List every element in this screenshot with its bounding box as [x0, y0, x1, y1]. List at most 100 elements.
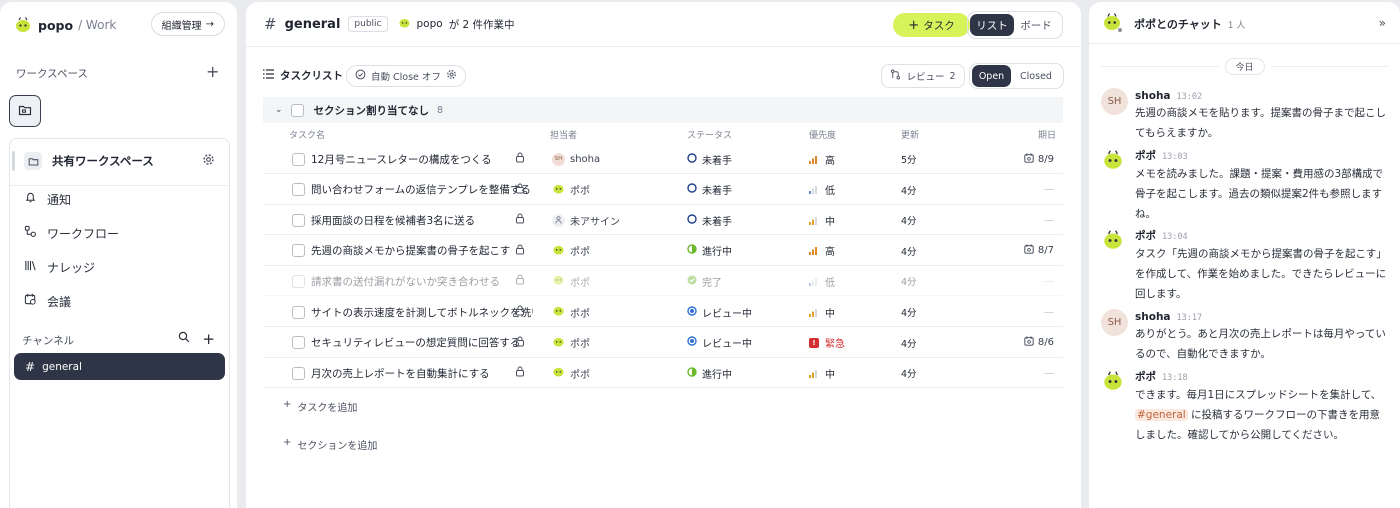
- status-cell[interactable]: 完了: [687, 266, 722, 296]
- column-header-assignee: 担当者: [550, 131, 578, 141]
- section-checkbox[interactable]: [290, 103, 304, 117]
- assignee-cell[interactable]: 未アサイン: [552, 205, 620, 235]
- collapse-panel-icon[interactable]: »: [1379, 16, 1386, 30]
- priority-cell[interactable]: 高: [809, 144, 835, 174]
- task-title[interactable]: 月次の売上レポートを自動集計にする: [311, 358, 533, 388]
- channel-mention-link[interactable]: #general: [1135, 409, 1188, 421]
- channel-item-general[interactable]: # general: [14, 353, 225, 380]
- due-cell[interactable]: 8/6: [1024, 328, 1054, 358]
- tab-open[interactable]: Open: [972, 65, 1011, 87]
- due-cell[interactable]: —: [1044, 205, 1054, 235]
- updated-cell: 4分: [901, 338, 917, 350]
- popo-logo-icon: [14, 16, 32, 34]
- assignee-name: ポポ: [570, 247, 590, 259]
- task-checkbox[interactable]: [292, 183, 305, 197]
- search-icon[interactable]: [178, 331, 190, 346]
- status-cell[interactable]: 進行中: [687, 358, 732, 388]
- add-task-button[interactable]: + タスク: [893, 13, 970, 37]
- status-cell[interactable]: 進行中: [687, 236, 732, 266]
- add-section-link[interactable]: + セクションを追加: [283, 437, 377, 452]
- task-checkbox[interactable]: [292, 366, 305, 380]
- table-row[interactable]: セキュリティレビューの想定質問に回答する ポポ レビュー中 ! 緊急 4分 8/6: [263, 328, 1063, 358]
- assignee-name: ポポ: [570, 369, 590, 381]
- task-title[interactable]: セキュリティレビューの想定質問に回答する: [311, 328, 533, 358]
- add-workspace-button[interactable]: +: [206, 64, 219, 80]
- task-checkbox[interactable]: [292, 152, 305, 166]
- assignee-cell[interactable]: ポポ: [552, 175, 590, 205]
- add-task-link[interactable]: + タスクを追加: [283, 399, 357, 414]
- org-admin-button[interactable]: 組織管理 →: [150, 12, 225, 36]
- status-label: 進行中: [702, 247, 732, 259]
- assignee-cell[interactable]: ポポ: [552, 328, 590, 358]
- task-title[interactable]: 請求書の送付漏れがないか突き合わせる: [311, 266, 533, 296]
- assignee-cell[interactable]: ポポ: [552, 358, 590, 388]
- task-list-title: タスクリスト: [280, 70, 343, 82]
- message-text: 先週の商談メモを貼ります。提案書の骨子まで起こしてもらえますか。: [1135, 107, 1386, 139]
- status-cell[interactable]: レビュー中: [687, 328, 752, 358]
- table-row[interactable]: 12月号ニュースレターの構成をつくる SH shoha 未着手 高 5分 8/9: [263, 144, 1063, 174]
- task-checkbox[interactable]: [292, 274, 305, 288]
- status-cell[interactable]: レビュー中: [687, 297, 752, 327]
- task-title[interactable]: 問い合わせフォームの返信テンプレを整備する: [311, 175, 533, 205]
- task-title[interactable]: 先週の商談メモから提案書の骨子を起こす: [311, 236, 533, 266]
- due-cell[interactable]: —: [1044, 297, 1054, 327]
- task-checkbox[interactable]: [292, 244, 305, 258]
- task-title[interactable]: 12月号ニュースレターの構成をつくる: [311, 144, 533, 174]
- section-header[interactable]: ⌄ セクション割り当てなし 8: [263, 97, 1063, 123]
- arrow-right-icon: →: [205, 18, 214, 30]
- tab-list-view[interactable]: リスト: [970, 14, 1014, 36]
- task-checkbox[interactable]: [292, 336, 305, 350]
- nav-item-meetings[interactable]: 会議: [24, 290, 71, 312]
- add-channel-plus-icon[interactable]: +: [202, 331, 215, 346]
- due-cell[interactable]: —: [1044, 266, 1054, 296]
- due-cell[interactable]: —: [1044, 175, 1054, 205]
- status-cell[interactable]: 未着手: [687, 144, 732, 174]
- priority-cell[interactable]: ! 緊急: [809, 328, 845, 358]
- due-cell[interactable]: 8/9: [1024, 144, 1054, 174]
- workspace-switcher-button[interactable]: [9, 95, 41, 127]
- task-checkbox[interactable]: [292, 213, 305, 227]
- priority-cell[interactable]: 中: [809, 358, 835, 388]
- popo-avatar-icon: [552, 182, 565, 198]
- assignee-cell[interactable]: SH shoha: [552, 144, 600, 174]
- priority-cell[interactable]: 高: [809, 236, 835, 266]
- auto-close-toggle[interactable]: 自動 Close オフ: [346, 65, 466, 87]
- table-row[interactable]: 月次の売上レポートを自動集計にする ポポ 進行中 中 4分 —: [263, 358, 1063, 389]
- table-row[interactable]: 問い合わせフォームの返信テンプレを整備する ポポ 未着手 低 4分 —: [263, 175, 1063, 205]
- task-title[interactable]: サイトの表示速度を計測してボトルネックを洗い出す: [311, 297, 533, 327]
- priority-cell[interactable]: 中: [809, 297, 835, 327]
- chat-panel: ポポとのチャット 1 人 » 今日 SH shoha 13:02 先週の商談メモを…: [1089, 2, 1400, 508]
- priority-cell[interactable]: 中: [809, 205, 835, 235]
- review-filter-button[interactable]: レビュー 2: [881, 64, 965, 88]
- assignee-cell[interactable]: ポポ: [552, 266, 590, 296]
- day-label: 今日: [1224, 57, 1265, 75]
- popo-avatar-icon: [552, 243, 565, 259]
- table-row[interactable]: 採用面談の日程を候補者3名に送る 未アサイン 未着手 中 4分 —: [263, 205, 1063, 236]
- message-author: ポポ: [1135, 150, 1156, 162]
- status-cell[interactable]: 未着手: [687, 205, 732, 235]
- status-cell[interactable]: 未着手: [687, 175, 732, 205]
- table-row[interactable]: サイトの表示速度を計測してボトルネックを洗い出す ポポ レビュー中 中 4分 —: [263, 297, 1063, 327]
- task-checkbox[interactable]: [292, 305, 305, 319]
- workspace-title-row[interactable]: 共有ワークスペース: [10, 147, 229, 175]
- tab-closed[interactable]: Closed: [1011, 65, 1061, 87]
- tab-board-view[interactable]: ボード: [1014, 14, 1058, 36]
- due-cell[interactable]: —: [1044, 358, 1054, 388]
- nav-item-knowledge[interactable]: ナレッジ: [24, 256, 95, 278]
- chevron-down-icon[interactable]: ⌄: [275, 105, 283, 115]
- avatar: SH: [1101, 309, 1128, 336]
- assignee-cell[interactable]: ポポ: [552, 297, 590, 327]
- table-row[interactable]: 先週の商談メモから提案書の骨子を起こす ポポ 進行中 高 4分 8/7: [263, 236, 1063, 266]
- priority-cell[interactable]: 低: [809, 266, 835, 296]
- table-row[interactable]: 請求書の送付漏れがないか突き合わせる ポポ 完了 低 4分 —: [263, 266, 1063, 297]
- due-cell[interactable]: 8/7: [1024, 236, 1054, 266]
- workspace-settings-gear-icon[interactable]: [202, 153, 215, 169]
- bell-icon: [24, 191, 37, 207]
- status-text: が 2 件作業中: [448, 18, 515, 31]
- assignee-cell[interactable]: ポポ: [552, 236, 590, 266]
- nav-item-notifications[interactable]: 通知: [24, 188, 71, 210]
- popo-avatar-icon: [398, 16, 411, 32]
- task-title[interactable]: 採用面談の日程を候補者3名に送る: [311, 205, 533, 235]
- priority-cell[interactable]: 低: [809, 175, 835, 205]
- nav-item-workflow[interactable]: ワークフロー: [24, 222, 119, 244]
